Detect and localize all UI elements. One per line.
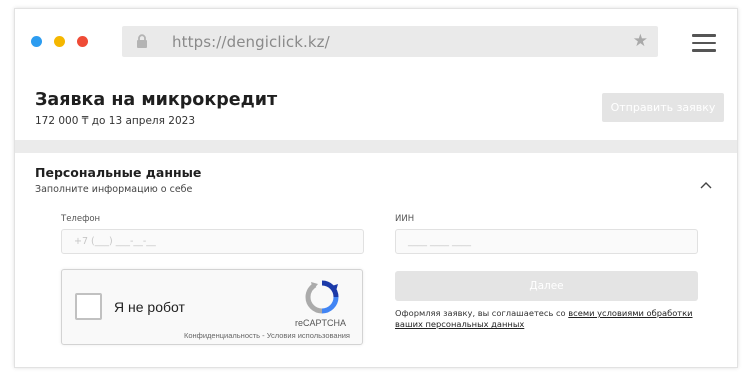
hamburger-menu-icon[interactable] [692,34,716,52]
submit-application-button[interactable]: Отправить заявку [602,93,724,122]
window-dot-red[interactable] [77,36,88,47]
loan-summary: 172 000 ₸ до 13 апреля 2023 [35,115,196,127]
recaptcha-links: Конфиденциальность - Условия использован… [184,331,350,340]
phone-label: Телефон [61,214,101,224]
star-icon[interactable]: ★ [633,32,648,50]
recaptcha-brand: reCAPTCHA [295,318,347,328]
browser-window: https://dengiclick.kz/ ★ Заявка на микро… [14,8,738,368]
recaptcha-terms-link[interactable]: Условия использования [267,331,350,340]
recaptcha-widget: Я не робот reCAPTCHA Конфиденциальность … [61,269,363,345]
recaptcha-label: Я не робот [114,299,185,315]
agreement-prefix: Оформляя заявку, вы соглашаетесь со [395,308,569,318]
browser-toolbar: https://dengiclick.kz/ ★ [15,9,737,75]
section-divider [15,140,737,153]
phone-input[interactable]: +7 (___) ___-__-__ [61,229,364,254]
section-title: Персональные данные [35,165,202,180]
recaptcha-separator: - [260,331,267,340]
window-dot-yellow[interactable] [54,36,65,47]
section-subtitle: Заполните информацию о себе [35,184,193,195]
iin-input[interactable]: ____ ____ ____ [395,229,698,254]
recaptcha-logo-icon [305,280,339,314]
window-dot-blue[interactable] [31,36,42,47]
recaptcha-checkbox[interactable] [75,293,102,320]
page-title: Заявка на микрокредит [35,90,278,110]
chevron-up-icon[interactable] [700,181,712,189]
address-bar[interactable]: https://dengiclick.kz/ ★ [122,26,658,57]
recaptcha-privacy-link[interactable]: Конфиденциальность [184,331,260,340]
url-text[interactable]: https://dengiclick.kz/ [172,33,330,51]
iin-label: ИИН [395,214,415,224]
lock-icon [137,34,147,48]
next-button[interactable]: Далее [395,271,698,301]
agreement-text: Оформляя заявку, вы соглашаетесь со всем… [395,308,705,330]
